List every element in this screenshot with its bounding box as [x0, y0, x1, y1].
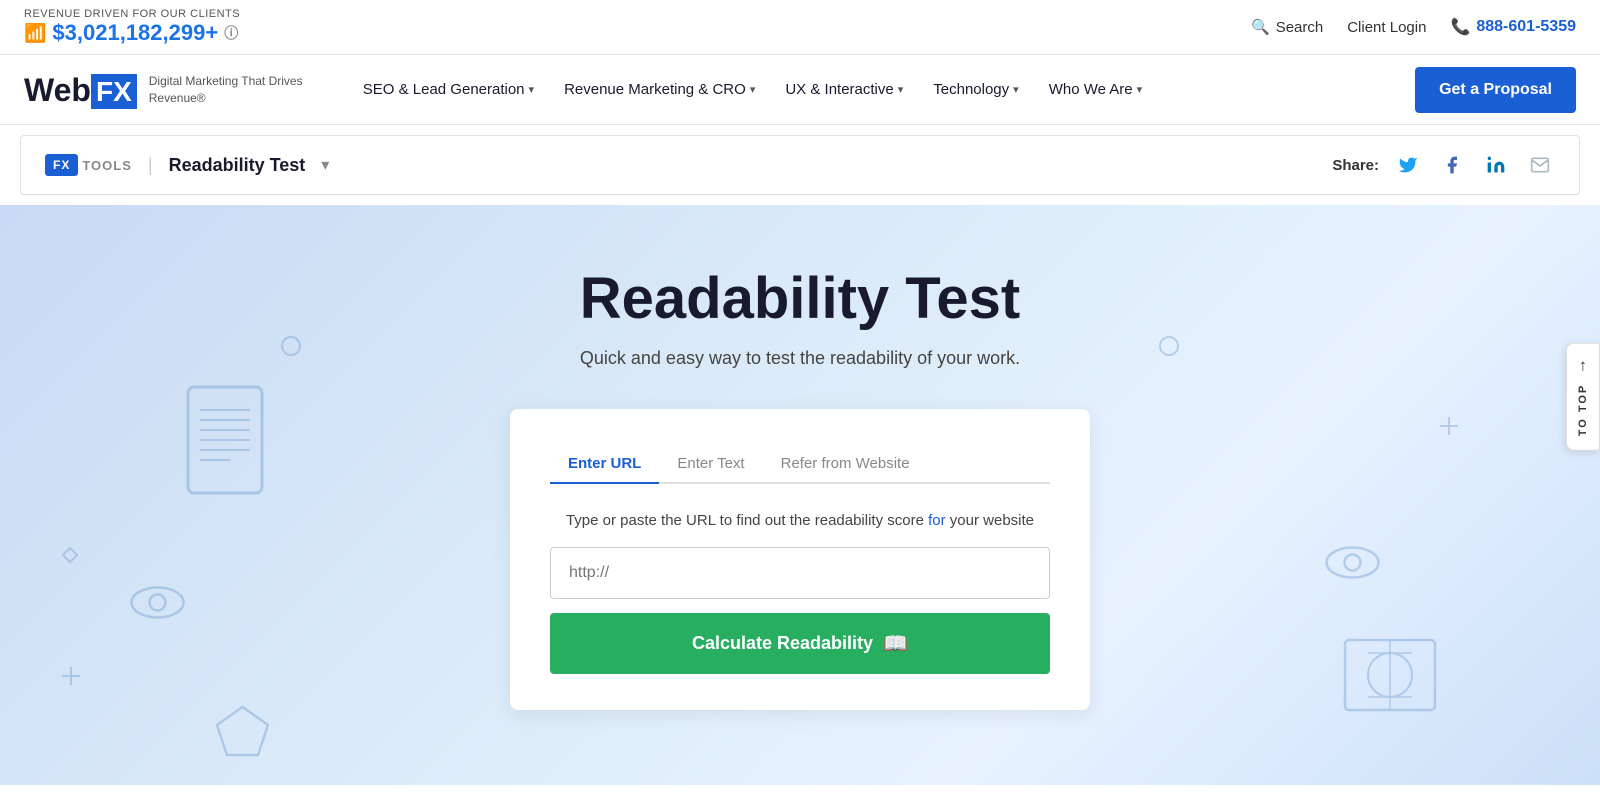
linkedin-share-button[interactable]	[1481, 150, 1511, 180]
phone-number: 888-601-5359	[1476, 18, 1576, 36]
hero-section: Readability Test Quick and easy way to t…	[0, 205, 1600, 785]
chevron-down-icon: ▾	[1137, 83, 1143, 96]
revenue-amount-row: 📶 $3,021,182,299+ ⓘ	[24, 20, 240, 46]
revenue-label: REVENUE DRIVEN FOR OUR CLIENTS	[24, 8, 240, 20]
diamond-bg-icon	[60, 545, 80, 570]
tab-enter-url[interactable]: Enter URL	[550, 445, 659, 482]
nav-item-revenue[interactable]: Revenue Marketing & CRO ▾	[550, 73, 769, 106]
tool-card: Enter URL Enter Text Refer from Website …	[510, 409, 1090, 710]
tab-enter-text[interactable]: Enter Text	[659, 445, 762, 482]
chevron-down-icon: ▾	[750, 83, 756, 96]
nav-links: SEO & Lead Generation ▾ Revenue Marketin…	[349, 73, 1415, 106]
book-right-bg-icon	[1340, 635, 1440, 720]
facebook-share-button[interactable]	[1437, 150, 1467, 180]
tools-label: TOOLS	[82, 158, 132, 173]
eye-left-bg-icon	[130, 585, 185, 625]
pentagon-bg-icon	[215, 705, 270, 762]
chevron-down-icon: ▾	[1013, 83, 1019, 96]
logo[interactable]: WebFX	[24, 74, 137, 106]
logo-tagline: Digital Marketing That Drives Revenue®	[149, 73, 309, 107]
twitter-share-button[interactable]	[1393, 150, 1423, 180]
plus-left-bg-icon	[60, 665, 82, 692]
calculate-readability-button[interactable]: Calculate Readability 📖	[550, 613, 1050, 674]
tools-bar: FX TOOLS | Readability Test ▾ Share:	[20, 135, 1580, 195]
logo-fx: FX	[91, 74, 137, 109]
tab-row: Enter URL Enter Text Refer from Website	[550, 445, 1050, 484]
hero-title: Readability Test	[580, 265, 1021, 332]
top-bar-right: 🔍 Search Client Login 📞 888-601-5359	[1251, 17, 1576, 37]
tab-refer-website[interactable]: Refer from Website	[763, 445, 928, 482]
readability-test-title: Readability Test	[169, 155, 306, 176]
plus-right-bg-icon	[1438, 415, 1460, 442]
nav-item-ux[interactable]: UX & Interactive ▾	[771, 73, 917, 106]
logo-web: Web	[24, 72, 91, 108]
card-description: Type or paste the URL to find out the re…	[550, 512, 1050, 529]
top-bar: REVENUE DRIVEN FOR OUR CLIENTS 📶 $3,021,…	[0, 0, 1600, 55]
nav-item-ux-label: UX & Interactive	[785, 81, 893, 98]
nav-item-seo[interactable]: SEO & Lead Generation ▾	[349, 73, 548, 106]
nav-item-tech[interactable]: Technology ▾	[919, 73, 1032, 106]
revenue-section: REVENUE DRIVEN FOR OUR CLIENTS 📶 $3,021,…	[24, 8, 240, 46]
search-label: Search	[1276, 19, 1324, 36]
url-input[interactable]	[550, 547, 1050, 599]
phone-link[interactable]: 📞 888-601-5359	[1450, 17, 1576, 37]
tablet-bg-icon	[180, 385, 270, 495]
search-icon: 🔍	[1251, 18, 1270, 36]
arrow-up-icon: ↑	[1579, 357, 1587, 375]
book-icon: 📖	[883, 631, 908, 656]
nav-item-seo-label: SEO & Lead Generation	[363, 81, 525, 98]
fx-badge: FX	[45, 154, 78, 176]
tools-bar-left: FX TOOLS | Readability Test ▾	[45, 154, 329, 176]
info-icon[interactable]: ⓘ	[224, 23, 238, 43]
client-login-link[interactable]: Client Login	[1347, 19, 1426, 36]
eye-right-bg-icon	[1325, 545, 1380, 585]
share-area: Share:	[1332, 150, 1555, 180]
nav-item-tech-label: Technology	[933, 81, 1009, 98]
tools-divider: |	[148, 155, 153, 176]
share-label: Share:	[1332, 157, 1379, 174]
calc-button-label: Calculate Readability	[692, 633, 873, 654]
card-desc-for: for	[928, 512, 946, 529]
phone-icon: 📞	[1450, 17, 1470, 37]
to-top-label: TO TOP	[1577, 383, 1589, 436]
chevron-down-icon: ▾	[898, 83, 904, 96]
revenue-value: $3,021,182,299+	[52, 20, 218, 46]
logo-area: WebFX Digital Marketing That Drives Reve…	[24, 73, 309, 107]
bar-chart-icon: 📶	[24, 23, 46, 44]
chevron-down-icon: ▾	[529, 83, 535, 96]
nav-item-revenue-label: Revenue Marketing & CRO	[564, 81, 746, 98]
circle-right-bg-icon	[1158, 335, 1180, 362]
email-share-button[interactable]	[1525, 150, 1555, 180]
nav-bar: WebFX Digital Marketing That Drives Reve…	[0, 55, 1600, 125]
to-top-button[interactable]: ↑ TO TOP	[1566, 342, 1600, 451]
nav-item-who-label: Who We Are	[1049, 81, 1133, 98]
nav-item-who[interactable]: Who We Are ▾	[1035, 73, 1156, 106]
tools-chevron-icon[interactable]: ▾	[321, 155, 329, 175]
search-link[interactable]: 🔍 Search	[1251, 18, 1323, 36]
hero-subtitle: Quick and easy way to test the readabili…	[580, 348, 1020, 369]
get-proposal-button[interactable]: Get a Proposal	[1415, 67, 1576, 113]
circle-top-left-bg-icon	[280, 335, 302, 362]
